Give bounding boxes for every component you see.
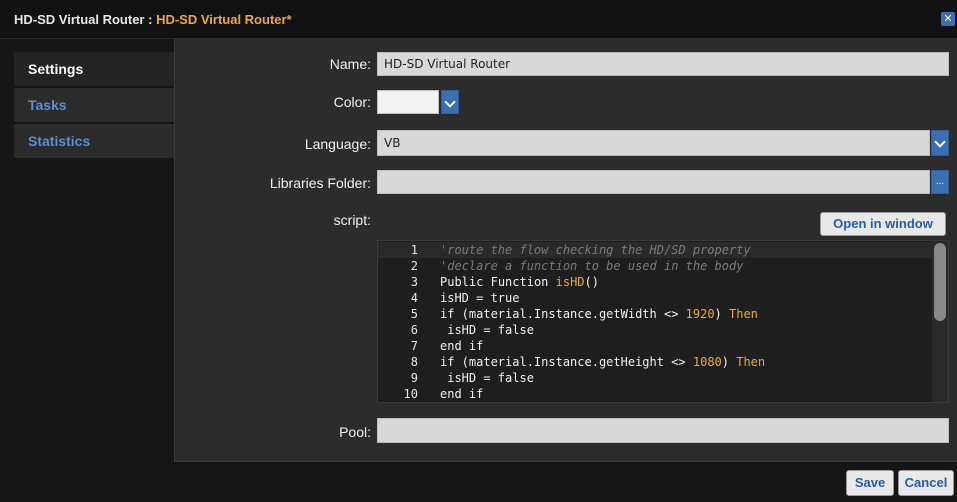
dialog-window: HD-SD Virtual Router : HD-SD Virtual Rou… (0, 0, 957, 502)
code-line: 9 isHD = false (410, 371, 534, 385)
code-line: 6 isHD = false (410, 323, 534, 337)
close-icon[interactable]: ✕ (941, 12, 955, 26)
code-line: 8 if (material.Instance.getHeight <> 1080… (410, 355, 766, 369)
libraries-folder-label: Libraries Folder: (269, 175, 371, 191)
browse-folder-button[interactable]: ... (931, 170, 949, 194)
pool-label: Pool: (339, 424, 371, 440)
code-line: 7 end if (410, 339, 484, 353)
script-label: script: (333, 212, 371, 228)
sidebar-item-label: Settings (28, 61, 84, 77)
sidebar-item-statistics[interactable]: Statistics (14, 124, 174, 158)
code-line: 3 Public Function isHD() (410, 275, 599, 289)
window-title-prefix: HD-SD Virtual Router : (14, 12, 157, 27)
code-line: 1'route the flow checking the HD/SD prop… (378, 242, 933, 258)
sidebar-item-tasks[interactable]: Tasks (14, 88, 174, 122)
save-button[interactable]: Save (846, 470, 894, 496)
sidebar-item-label: Statistics (28, 133, 91, 149)
libraries-folder-field[interactable] (377, 170, 930, 194)
cancel-button[interactable]: Cancel (898, 470, 954, 496)
language-label: Language: (304, 136, 371, 152)
pool-field[interactable] (377, 418, 949, 443)
script-editor[interactable]: 1'route the flow checking the HD/SD prop… (377, 240, 949, 403)
color-label: Color: (333, 94, 371, 110)
code-line: 5 if (material.Instance.getWidth <> 1920)… (410, 307, 758, 321)
sidebar-item-settings[interactable]: Settings (14, 52, 174, 86)
window-title-name: HD-SD Virtual Router* (156, 12, 292, 27)
code-line: 2'declare a function to be used in the b… (410, 259, 744, 273)
color-dropdown-icon[interactable] (441, 90, 459, 114)
code-line: 10 end if (403, 387, 484, 401)
code-line: 4 isHD = true (410, 291, 520, 305)
color-field[interactable] (377, 90, 439, 114)
name-label: Name: (329, 56, 371, 72)
window-title: HD-SD Virtual Router : HD-SD Virtual Rou… (14, 12, 292, 27)
scrollbar-thumb[interactable] (934, 243, 946, 321)
language-select[interactable]: VB (377, 130, 930, 156)
name-field[interactable]: HD-SD Virtual Router (377, 52, 949, 76)
open-in-window-button[interactable]: Open in window (820, 212, 946, 236)
title-bar: HD-SD Virtual Router : HD-SD Virtual Rou… (0, 0, 957, 39)
sidebar: Settings Tasks Statistics (14, 52, 174, 160)
editor-scrollbar[interactable] (932, 241, 948, 402)
sidebar-item-label: Tasks (28, 97, 67, 113)
language-dropdown-icon[interactable] (931, 130, 949, 156)
